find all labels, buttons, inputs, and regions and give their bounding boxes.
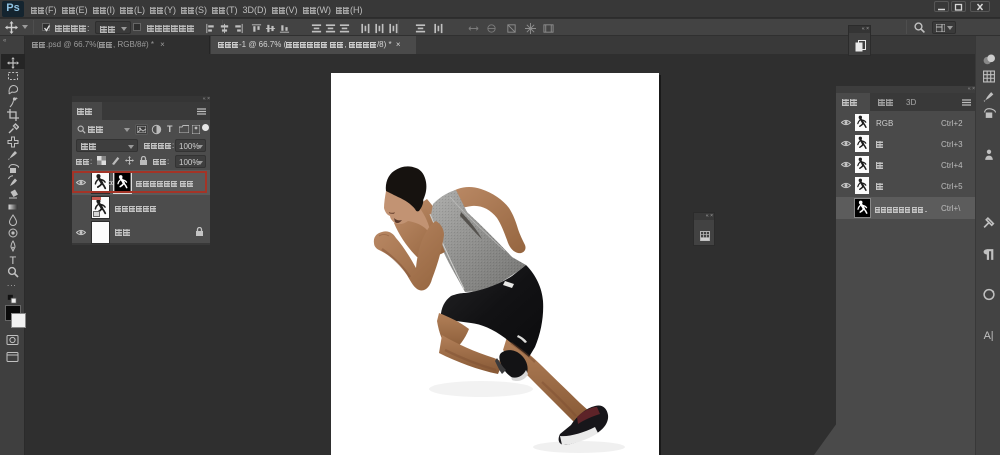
svg-text:A|: A|: [984, 330, 994, 341]
svg-text:T: T: [10, 255, 17, 266]
